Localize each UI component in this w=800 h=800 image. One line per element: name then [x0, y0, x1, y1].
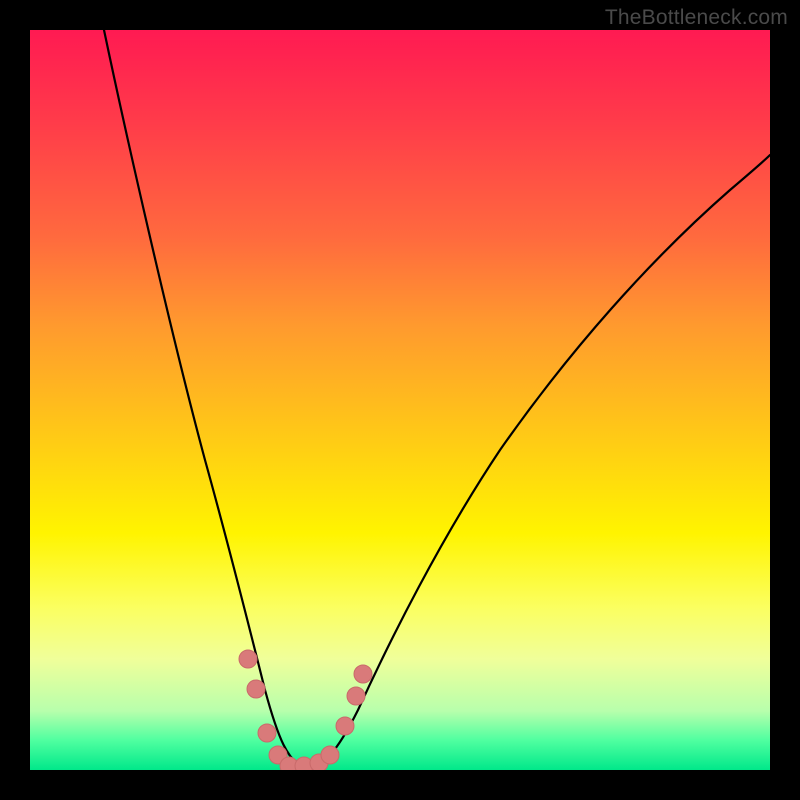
plot-area	[30, 30, 770, 770]
chart-overlay	[30, 30, 770, 770]
marker-dot	[354, 665, 372, 683]
marker-dot	[347, 687, 365, 705]
marker-dot	[258, 724, 276, 742]
marker-dot	[247, 680, 265, 698]
marker-dot	[321, 746, 339, 764]
bottleneck-curve-line	[104, 30, 770, 768]
chart-frame: TheBottleneck.com	[0, 0, 800, 800]
watermark-text: TheBottleneck.com	[605, 6, 788, 30]
marker-dot	[336, 717, 354, 735]
marker-dot	[239, 650, 257, 668]
